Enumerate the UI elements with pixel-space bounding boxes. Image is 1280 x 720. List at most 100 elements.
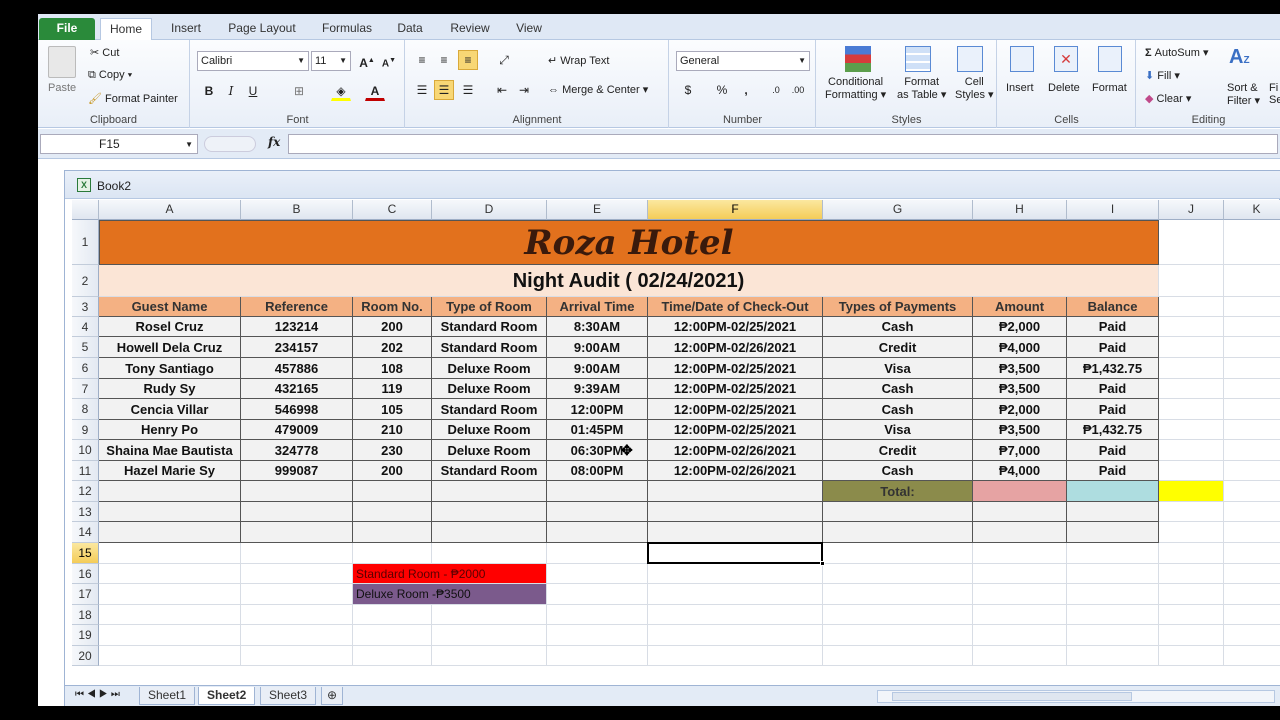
- data-cell[interactable]: Tony Santiago: [99, 358, 241, 379]
- fill-color-icon[interactable]: ◈: [331, 81, 351, 101]
- row-header-5[interactable]: 5: [72, 337, 99, 358]
- data-cell[interactable]: ₱3,500: [973, 358, 1067, 379]
- grid-cell[interactable]: [1224, 265, 1280, 297]
- data-cell[interactable]: Paid: [1067, 379, 1159, 399]
- data-cell[interactable]: Hazel Marie Sy: [99, 461, 241, 481]
- data-cell-empty[interactable]: [648, 522, 823, 543]
- grid-cell[interactable]: [353, 646, 432, 666]
- delete-button[interactable]: Delete: [1048, 82, 1080, 94]
- column-header-f[interactable]: F: [648, 200, 823, 220]
- column-heading-cell[interactable]: Arrival Time: [547, 297, 648, 317]
- row-header-18[interactable]: 18: [72, 605, 99, 625]
- data-cell[interactable]: ₱2,000: [973, 317, 1067, 337]
- column-header-k[interactable]: K: [1224, 200, 1280, 220]
- data-cell[interactable]: Cencia Villar: [99, 399, 241, 420]
- grid-cell[interactable]: [1224, 543, 1280, 564]
- grid-cell[interactable]: [241, 584, 353, 605]
- font-name-select[interactable]: Calibri ▼: [197, 51, 309, 71]
- paste-label[interactable]: Paste: [48, 82, 76, 94]
- data-cell[interactable]: Cash: [823, 317, 973, 337]
- data-cell[interactable]: Cash: [823, 399, 973, 420]
- data-cell-empty[interactable]: [432, 481, 547, 502]
- grid-cell[interactable]: [1224, 461, 1280, 481]
- balance-total-cell[interactable]: [1067, 481, 1159, 502]
- data-cell[interactable]: 230: [353, 440, 432, 461]
- data-cell[interactable]: ₱4,000: [973, 337, 1067, 358]
- cell-styles-icon[interactable]: [957, 46, 983, 72]
- grid-cell[interactable]: [432, 625, 547, 646]
- grid-cell[interactable]: [1159, 543, 1224, 564]
- grid-cell[interactable]: [1159, 502, 1224, 522]
- decrease-indent-icon[interactable]: ⇤: [492, 80, 512, 100]
- grid-cell[interactable]: [823, 543, 973, 564]
- data-cell[interactable]: 12:00PM: [547, 399, 648, 420]
- horizontal-scrollbar[interactable]: [877, 690, 1275, 703]
- font-color-icon[interactable]: A: [365, 81, 385, 101]
- data-cell-empty[interactable]: [99, 481, 241, 502]
- data-cell[interactable]: 210: [353, 420, 432, 440]
- format-button[interactable]: Format: [1092, 82, 1127, 94]
- paste-icon[interactable]: [48, 46, 76, 78]
- data-cell[interactable]: 119: [353, 379, 432, 399]
- data-cell-empty[interactable]: [99, 502, 241, 522]
- row-header-1[interactable]: 1: [72, 220, 99, 265]
- grid-cell[interactable]: [648, 584, 823, 605]
- fill-button[interactable]: ⬇ Fill ▾: [1145, 69, 1180, 82]
- column-header-c[interactable]: C: [353, 200, 432, 220]
- data-cell[interactable]: 999087: [241, 461, 353, 481]
- grid-cell[interactable]: [1224, 625, 1280, 646]
- sheet-title[interactable]: Roza Hotel: [99, 220, 1159, 265]
- align-middle-icon[interactable]: ≡: [434, 50, 454, 70]
- grid-cell[interactable]: [1067, 646, 1159, 666]
- percent-button[interactable]: %: [712, 80, 732, 100]
- grid-cell[interactable]: [1159, 605, 1224, 625]
- grid-cell[interactable]: [1159, 420, 1224, 440]
- grid-cell[interactable]: [99, 584, 241, 605]
- grid-cell[interactable]: [547, 564, 648, 584]
- row-header-9[interactable]: 9: [72, 420, 99, 440]
- grid-cell[interactable]: [1224, 220, 1280, 265]
- data-cell[interactable]: ₱1,432.75: [1067, 358, 1159, 379]
- number-format-select[interactable]: General ▼: [676, 51, 810, 71]
- sheet-tab-sheet2[interactable]: Sheet2: [198, 687, 256, 705]
- grid-cell[interactable]: [648, 605, 823, 625]
- data-cell[interactable]: 12:00PM-02/25/2021: [648, 358, 823, 379]
- font-size-select[interactable]: 11 ▼: [311, 51, 351, 71]
- data-cell[interactable]: Paid: [1067, 461, 1159, 481]
- data-cell-empty[interactable]: [648, 481, 823, 502]
- grid-cell[interactable]: [1159, 584, 1224, 605]
- column-header-a[interactable]: A: [99, 200, 241, 220]
- data-cell-empty[interactable]: [973, 522, 1067, 543]
- data-cell-empty[interactable]: [353, 481, 432, 502]
- grid-cell[interactable]: [241, 625, 353, 646]
- data-cell-empty[interactable]: [353, 522, 432, 543]
- wrap-text-button[interactable]: ↵ Wrap Text: [548, 54, 609, 67]
- data-cell[interactable]: ₱4,000: [973, 461, 1067, 481]
- data-cell[interactable]: Henry Po: [99, 420, 241, 440]
- data-cell[interactable]: ₱3,500: [973, 420, 1067, 440]
- row-header-17[interactable]: 17: [72, 584, 99, 605]
- sheet-tab-sheet3[interactable]: Sheet3: [260, 687, 317, 705]
- data-cell[interactable]: 08:00PM: [547, 461, 648, 481]
- data-cell[interactable]: Deluxe Room: [432, 420, 547, 440]
- bold-button[interactable]: B: [199, 81, 219, 101]
- grid-cell[interactable]: [547, 625, 648, 646]
- merge-center-button[interactable]: ⇔ Merge & Center ▾: [548, 83, 648, 96]
- data-cell-empty[interactable]: [648, 502, 823, 522]
- grid-cell[interactable]: [823, 625, 973, 646]
- data-cell-empty[interactable]: [353, 502, 432, 522]
- scrollbar-thumb[interactable]: [892, 692, 1132, 701]
- increase-indent-icon[interactable]: ⇥: [514, 80, 534, 100]
- column-heading-cell[interactable]: Types of Payments: [823, 297, 973, 317]
- data-cell[interactable]: 546998: [241, 399, 353, 420]
- italic-button[interactable]: I: [221, 81, 241, 101]
- data-cell[interactable]: ₱3,500: [973, 379, 1067, 399]
- format-painter-button[interactable]: 🖌 Format Painter: [88, 92, 178, 105]
- data-cell-empty[interactable]: [823, 502, 973, 522]
- column-header-e[interactable]: E: [547, 200, 648, 220]
- grid-cell[interactable]: [241, 564, 353, 584]
- data-cell-empty[interactable]: [241, 502, 353, 522]
- row-header-20[interactable]: 20: [72, 646, 99, 666]
- data-cell-empty[interactable]: [823, 522, 973, 543]
- data-cell-empty[interactable]: [547, 481, 648, 502]
